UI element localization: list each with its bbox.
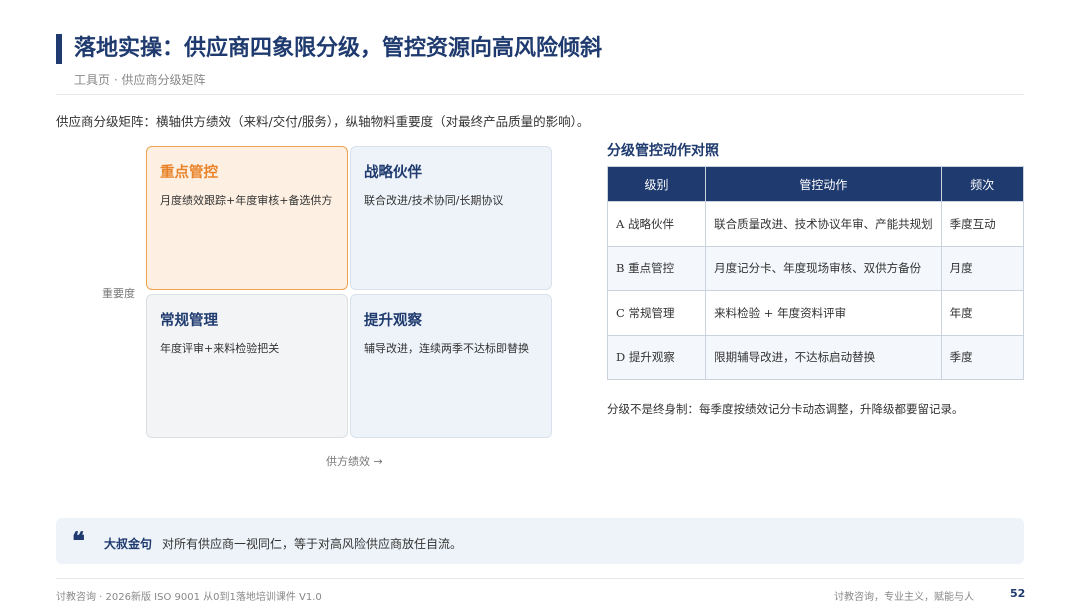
header-divider — [56, 94, 1024, 95]
quadrant-title: 战略伙伴 — [364, 165, 422, 181]
quadrant-desc: 年度评审+来料检验把关 — [160, 342, 280, 355]
quadrant-title: 重点管控 — [160, 165, 218, 181]
quadrant-strategic-partner: 战略伙伴 联合改进/技术协同/长期协议 — [350, 146, 552, 290]
control-action-table: 级别 管控动作 频次 A 战略伙伴 联合质量改进、技术协议年审、产能共规划 季度… — [606, 166, 1025, 380]
cell-frequency: 季度 — [940, 334, 1025, 380]
table-row: B 重点管控 月度记分卡、年度现场审核、双供方备份 月度 — [606, 245, 1025, 291]
cell-frequency: 季度互动 — [940, 201, 1025, 247]
cell-frequency: 年度 — [940, 290, 1025, 336]
cell-level: D 提升观察 — [606, 334, 707, 380]
cell-level: A 战略伙伴 — [606, 201, 707, 247]
cell-level: C 常规管理 — [606, 290, 707, 336]
cell-level: B 重点管控 — [606, 245, 707, 291]
table-row: A 战略伙伴 联合质量改进、技术协议年审、产能共规划 季度互动 — [606, 201, 1025, 247]
x-axis-label: 供方绩效 → — [326, 455, 383, 468]
col-header-action: 管控动作 — [705, 166, 942, 202]
y-axis-label: 重要度 — [102, 287, 135, 300]
quadrant-desc: 月度绩效跟踪+年度审核+备选供方 — [160, 194, 333, 207]
quadrant-desc: 联合改进/技术协同/长期协议 — [364, 194, 504, 207]
title-accent-bar — [56, 34, 62, 64]
quadrant-desc: 辅导改进，连续两季不达标即替换 — [364, 342, 529, 355]
page-subtitle: 工具页 · 供应商分级矩阵 — [74, 73, 206, 87]
quote-text: 对所有供应商一视同仁，等于对高风险供应商放任自流。 — [162, 537, 463, 551]
col-header-frequency: 频次 — [940, 166, 1025, 202]
table-header-row: 级别 管控动作 频次 — [606, 166, 1025, 202]
intro-text: 供应商分级矩阵：横轴供方绩效（来料/交付/服务），纵轴物料重要度（对最终产品质量… — [56, 114, 590, 129]
footer-left: 讨教咨询 · 2026新版 ISO 9001 从0到1落地培训课件 V1.0 — [56, 592, 322, 603]
quote-icon: ❝ — [72, 526, 85, 555]
quadrant-title: 提升观察 — [364, 313, 422, 329]
page-number: 52 — [1010, 587, 1026, 600]
cell-action: 来料检验 + 年度资料评审 — [705, 290, 942, 336]
quadrant-routine: 常规管理 年度评审+来料检验把关 — [146, 294, 348, 438]
table-title: 分级管控动作对照 — [607, 143, 719, 159]
quadrant-key-control: 重点管控 月度绩效跟踪+年度审核+备选供方 — [146, 146, 348, 290]
cell-action: 联合质量改进、技术协议年审、产能共规划 — [705, 201, 942, 247]
quote-label: 大叔金句 — [104, 537, 153, 551]
cell-action: 月度记分卡、年度现场审核、双供方备份 — [705, 245, 942, 291]
table-row: C 常规管理 来料检验 + 年度资料评审 年度 — [606, 290, 1025, 336]
grading-note: 分级不是终身制：每季度按绩效记分卡动态调整，升降级都要留记录。 — [607, 402, 964, 416]
cell-frequency: 月度 — [940, 245, 1025, 291]
footer-right: 讨教咨询，专业主义，赋能与人 — [834, 592, 974, 603]
quadrant-title: 常规管理 — [160, 313, 218, 329]
cell-action: 限期辅导改进，不达标启动替换 — [705, 334, 942, 380]
table-row: D 提升观察 限期辅导改进，不达标启动替换 季度 — [606, 334, 1025, 380]
quadrant-watch: 提升观察 辅导改进，连续两季不达标即替换 — [350, 294, 552, 438]
page-title: 落地实操：供应商四象限分级，管控资源向高风险倾斜 — [74, 36, 603, 61]
footer-divider — [56, 578, 1024, 579]
col-header-level: 级别 — [606, 166, 707, 202]
